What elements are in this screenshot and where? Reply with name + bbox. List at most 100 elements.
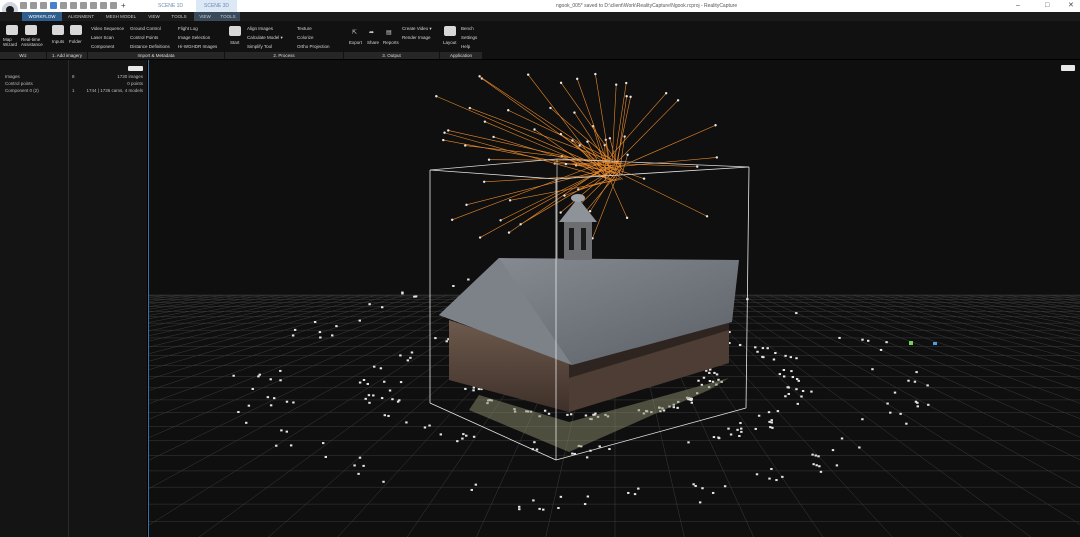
- video-sequence-button[interactable]: Video Sequence: [91, 26, 124, 31]
- add-scene-icon[interactable]: +: [121, 1, 126, 10]
- camera-point: [893, 391, 897, 394]
- layout-icon[interactable]: [50, 2, 57, 9]
- texture-button[interactable]: Texture: [297, 26, 312, 31]
- calculate-model-button[interactable]: Calculate Model ▾: [247, 35, 283, 41]
- camera-point: [470, 488, 473, 491]
- tab-alignment[interactable]: ALIGNMENT: [62, 12, 100, 21]
- camera-point: [899, 412, 902, 415]
- minimize-button[interactable]: –: [1016, 0, 1020, 12]
- camera-point: [559, 211, 562, 214]
- grid-line: [149, 294, 266, 316]
- render-image-button[interactable]: Render Image: [402, 35, 431, 40]
- tab-scene-3d[interactable]: SCENE 3D: [196, 0, 238, 12]
- layout-4-icon[interactable]: [80, 2, 87, 9]
- inputs-button[interactable]: Inputs: [52, 39, 64, 44]
- close-button[interactable]: ✕: [1068, 0, 1074, 12]
- laser-scan-button[interactable]: Laser Scan: [91, 35, 114, 40]
- 3d-viewport[interactable]: [148, 60, 1080, 537]
- redo-icon[interactable]: [100, 2, 107, 9]
- layout-icon[interactable]: [444, 26, 456, 36]
- camera-point: [768, 420, 771, 423]
- export-button[interactable]: Export: [349, 40, 362, 45]
- dropdown-icon[interactable]: [110, 2, 117, 9]
- maximize-button[interactable]: □: [1045, 0, 1049, 12]
- control-points-button[interactable]: Control Points: [130, 35, 158, 40]
- inputs-icon[interactable]: [52, 25, 64, 35]
- grid-line: [964, 294, 1080, 316]
- tab-workflow[interactable]: WORKFLOW: [22, 12, 62, 21]
- image-selection-button[interactable]: Image Selection: [178, 35, 210, 40]
- folder-button[interactable]: Folder: [69, 39, 82, 44]
- start-button[interactable]: Start: [230, 40, 240, 45]
- camera-point: [477, 388, 481, 391]
- sidebar-menu-button[interactable]: [128, 66, 143, 71]
- tree-item-component[interactable]: Component 0 (2): [5, 88, 39, 93]
- bench-button[interactable]: Bench: [461, 26, 474, 31]
- undo-icon[interactable]: [90, 2, 97, 9]
- camera-point: [535, 448, 539, 451]
- map-wizard-icon[interactable]: [6, 25, 18, 35]
- component-button[interactable]: Component: [91, 44, 114, 49]
- new-icon[interactable]: [20, 2, 27, 9]
- camera-point: [698, 501, 702, 504]
- tab-mesh-model[interactable]: MESH MODEL: [100, 12, 142, 21]
- tree-item-images[interactable]: Images: [5, 74, 20, 79]
- camera-point: [293, 328, 297, 331]
- camera-point: [927, 403, 930, 406]
- grid-line: [712, 294, 1080, 525]
- camera-point: [789, 356, 793, 359]
- hdr-images-button[interactable]: Hi-WGHDR Images: [178, 44, 217, 49]
- camera-point: [269, 404, 273, 407]
- tab-tools-context[interactable]: TOOLS: [216, 12, 240, 21]
- grid-line: [880, 294, 1080, 342]
- reports-button[interactable]: Reports: [383, 40, 399, 45]
- camera-point: [409, 356, 412, 359]
- map-wizard-button[interactable]: Map Wizard: [3, 37, 20, 47]
- align-images-button[interactable]: Align Images: [247, 26, 273, 31]
- camera-point: [373, 365, 376, 368]
- open-icon[interactable]: [30, 2, 37, 9]
- help-button[interactable]: Help: [461, 44, 470, 49]
- tab-scene-1d[interactable]: SCENE 1D: [150, 0, 191, 12]
- simplify-tool-button[interactable]: Simplify Tool: [247, 44, 272, 49]
- tab-tools[interactable]: TOOLS: [166, 12, 192, 21]
- save-icon[interactable]: [40, 2, 47, 9]
- folder-icon[interactable]: [70, 25, 82, 35]
- gizmo-green-marker[interactable]: [909, 341, 913, 345]
- settings-button[interactable]: Settings: [461, 35, 477, 40]
- camera-point: [729, 433, 733, 436]
- layout-3-icon[interactable]: [70, 2, 77, 9]
- share-icon[interactable]: ➦: [369, 29, 374, 36]
- assistant-icon[interactable]: [25, 25, 37, 35]
- distance-definitions-button[interactable]: Distance Definitions: [130, 44, 170, 49]
- grid-line: [866, 294, 1080, 348]
- camera-ray: [614, 96, 631, 170]
- export-icon[interactable]: ⇱: [352, 29, 357, 36]
- tree-item-control-points[interactable]: Control points: [5, 81, 33, 86]
- gizmo-blue-marker[interactable]: [933, 342, 937, 345]
- share-button[interactable]: Share: [367, 40, 379, 45]
- building-model[interactable]: [439, 194, 739, 452]
- viewport-menu-button[interactable]: [1061, 65, 1075, 71]
- camera-point: [452, 285, 455, 288]
- layout-button[interactable]: Layout: [443, 40, 457, 45]
- grid-line: [1020, 294, 1080, 305]
- camera-point: [801, 390, 805, 393]
- layout-2-icon[interactable]: [60, 2, 67, 9]
- camera-point: [702, 376, 706, 379]
- tab-view[interactable]: VIEW: [142, 12, 166, 21]
- camera-point: [358, 381, 362, 384]
- colorize-button[interactable]: Colorize: [297, 35, 314, 40]
- create-video-button[interactable]: Create Video ▾: [402, 26, 432, 32]
- camera-point: [586, 495, 590, 498]
- tab-view-context[interactable]: VIEW: [194, 12, 216, 21]
- ortho-projection-button[interactable]: Ortho Projection: [297, 44, 330, 49]
- start-icon[interactable]: [229, 26, 241, 36]
- camera-point: [757, 414, 761, 417]
- camera-point: [445, 340, 448, 343]
- ground-control-button[interactable]: Ground Control: [130, 26, 161, 31]
- reports-icon[interactable]: ▤: [386, 29, 392, 36]
- realtime-assistance-button[interactable]: Real-time Assistance: [21, 37, 45, 47]
- flight-log-button[interactable]: Flight Log: [178, 26, 198, 31]
- camera-point: [578, 144, 581, 147]
